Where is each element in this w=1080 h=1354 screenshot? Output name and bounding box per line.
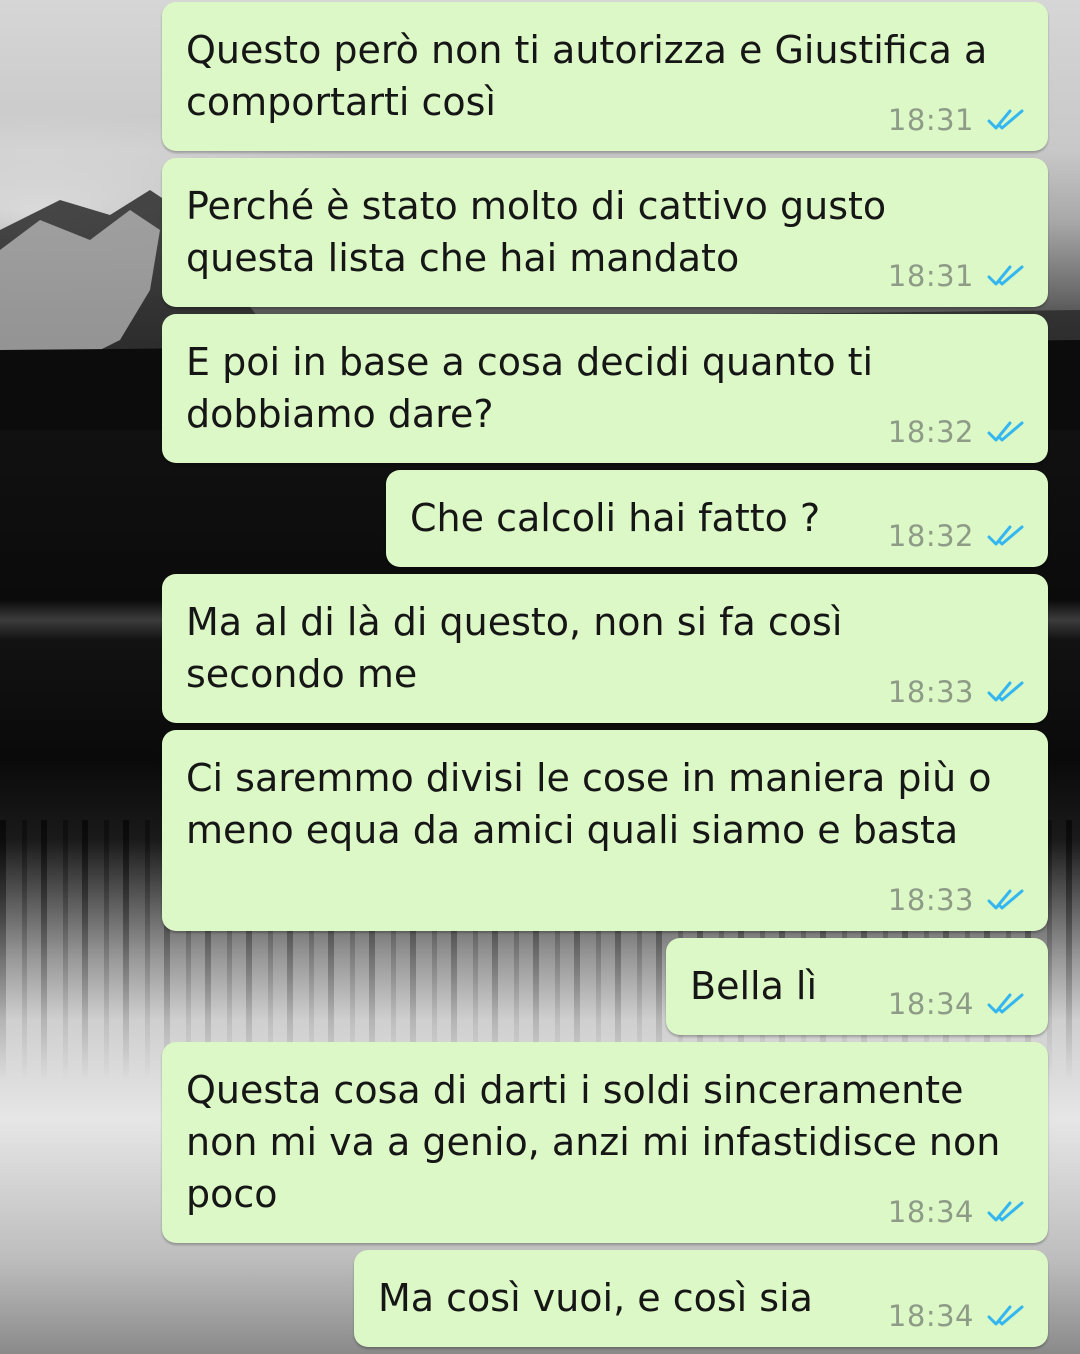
message-bubble[interactable]: Questo però non ti autorizza e Giustific… xyxy=(162,2,1048,151)
message-meta: 18:31 xyxy=(888,259,1026,293)
message-time: 18:32 xyxy=(887,519,974,553)
double-check-read-icon xyxy=(987,109,1024,130)
message-meta: 18:33 xyxy=(888,675,1026,709)
double-check-read-icon xyxy=(987,525,1024,546)
message-meta: 18:34 xyxy=(888,987,1026,1021)
double-check-read-icon xyxy=(987,889,1024,910)
message-time: 18:33 xyxy=(887,883,974,917)
message-time: 18:34 xyxy=(887,987,974,1021)
message-text: Ci saremmo divisi le cose in maniera più… xyxy=(186,756,992,852)
message-time: 18:33 xyxy=(887,675,974,709)
message-meta: 18:34 xyxy=(888,1299,1026,1333)
double-check-read-icon xyxy=(987,993,1024,1014)
message-bubble[interactable]: Questa cosa di darti i soldi sincerament… xyxy=(162,1042,1048,1243)
message-time: 18:34 xyxy=(887,1299,974,1333)
message-bubble[interactable]: Che calcoli hai fatto ? 18:32 xyxy=(386,470,1048,567)
message-time: 18:32 xyxy=(887,415,974,449)
double-check-read-icon xyxy=(987,265,1024,286)
double-check-read-icon xyxy=(987,421,1024,442)
message-bubble[interactable]: Bella lì 18:34 xyxy=(666,938,1048,1035)
double-check-read-icon xyxy=(987,1305,1024,1326)
message-meta: 18:33 xyxy=(888,883,1026,917)
message-time: 18:31 xyxy=(887,259,974,293)
message-bubble[interactable]: E poi in base a cosa decidi quanto ti do… xyxy=(162,314,1048,463)
message-meta: 18:32 xyxy=(888,415,1026,449)
double-check-read-icon xyxy=(987,1201,1024,1222)
message-meta: 18:32 xyxy=(888,519,1026,553)
message-meta: 18:34 xyxy=(888,1195,1026,1229)
double-check-read-icon xyxy=(987,681,1024,702)
message-meta: 18:31 xyxy=(888,103,1026,137)
message-bubble[interactable]: Ma così vuoi, e così sia 18:34 xyxy=(354,1250,1048,1347)
message-list[interactable]: Questo però non ti autorizza e Giustific… xyxy=(0,0,1080,1354)
message-bubble[interactable]: Ma al di là di questo, non si fa così se… xyxy=(162,574,1048,723)
message-time: 18:34 xyxy=(887,1195,974,1229)
message-bubble[interactable]: Perché è stato molto di cattivo gusto qu… xyxy=(162,158,1048,307)
message-time: 18:31 xyxy=(887,103,974,137)
message-bubble[interactable]: Ci saremmo divisi le cose in maniera più… xyxy=(162,730,1048,931)
